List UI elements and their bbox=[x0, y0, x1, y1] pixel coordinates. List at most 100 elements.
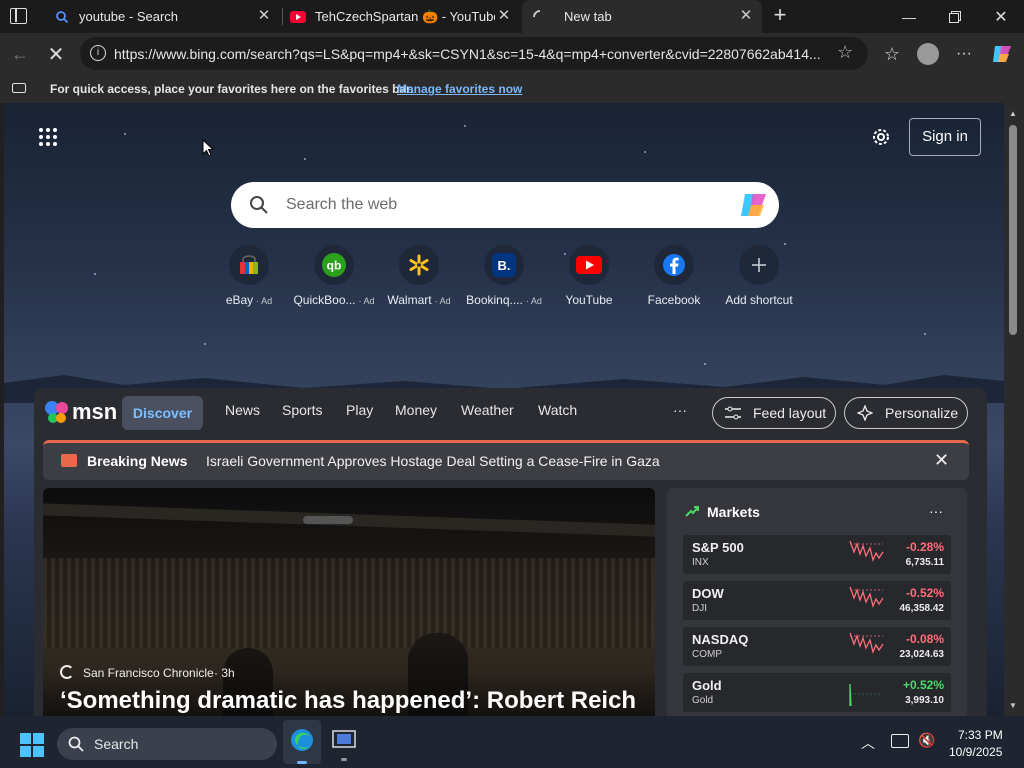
tab-actions-icon[interactable] bbox=[10, 8, 27, 24]
nav-money[interactable]: Money bbox=[395, 402, 437, 418]
shortcut-label: Add shortcut bbox=[725, 293, 793, 307]
shortcut-walmart[interactable]: Walmart · Ad bbox=[374, 245, 464, 307]
scrollbar-thumb[interactable] bbox=[1009, 125, 1017, 335]
market-symbol: DJI bbox=[692, 603, 707, 614]
market-symbol: INX bbox=[692, 557, 709, 568]
market-sparkline bbox=[849, 586, 884, 609]
tab-title: New tab bbox=[564, 9, 612, 24]
taskbar-search[interactable]: Search bbox=[57, 728, 277, 760]
nav-more-icon[interactable]: ··· bbox=[673, 402, 687, 418]
svg-text:qb: qb bbox=[327, 259, 342, 273]
shortcut-plus[interactable]: Add shortcut bbox=[714, 245, 804, 307]
nav-watch[interactable]: Watch bbox=[538, 402, 577, 418]
new-tab-page: Sign in Search the web eBay · Ad qb QuickBo… bbox=[4, 103, 1004, 716]
shortcut-ebay[interactable]: eBay · Ad bbox=[204, 245, 294, 307]
mouse-cursor bbox=[202, 139, 214, 157]
nav-news[interactable]: News bbox=[225, 402, 260, 418]
markets-title[interactable]: Markets bbox=[707, 504, 760, 520]
trend-up-icon bbox=[685, 506, 699, 517]
shortcut-label: YouTube bbox=[565, 293, 613, 307]
msn-logo[interactable]: msn bbox=[44, 398, 117, 426]
market-row[interactable]: Gold Gold +0.52% 3,993.10 bbox=[683, 673, 951, 712]
volume-muted-icon[interactable]: 🔇 bbox=[918, 732, 935, 749]
stop-loading-icon[interactable]: ✕ bbox=[40, 38, 72, 70]
breaking-news-headline[interactable]: Israeli Government Approves Hostage Deal… bbox=[206, 453, 660, 469]
address-toolbar: ← ✕ i https://www.bing.com/search?qs=LS&… bbox=[0, 33, 1024, 75]
network-icon[interactable] bbox=[891, 734, 909, 748]
breaking-news-banner[interactable]: Breaking News Israeli Government Approve… bbox=[43, 440, 969, 480]
nav-weather[interactable]: Weather bbox=[461, 402, 514, 418]
market-symbol: COMP bbox=[692, 649, 722, 660]
address-bar[interactable]: i https://www.bing.com/search?qs=LS&pq=m… bbox=[80, 37, 868, 70]
web-search-box[interactable]: Search the web bbox=[231, 182, 779, 228]
tab-youtube-search[interactable]: youtube - Search ✕ bbox=[44, 0, 280, 33]
shortcut-quickbooks[interactable]: qb QuickBoo... · Ad bbox=[289, 245, 379, 307]
tab-youtube-channel[interactable]: TehCzechSpartan 🎃 - YouTube ✕ bbox=[280, 0, 520, 33]
article-source: San Francisco Chronicle bbox=[83, 666, 214, 680]
market-change: -0.52% bbox=[905, 586, 944, 600]
close-window-icon[interactable]: ✕ bbox=[978, 0, 1024, 33]
site-info-icon[interactable]: i bbox=[90, 45, 106, 61]
manage-favorites-link[interactable]: Manage favorites now bbox=[397, 82, 522, 96]
restore-icon[interactable] bbox=[932, 0, 978, 33]
personalize-button[interactable]: Personalize bbox=[844, 397, 968, 429]
close-tab-icon[interactable]: ✕ bbox=[738, 8, 754, 24]
market-change: -0.28% bbox=[905, 540, 944, 554]
article-headline[interactable]: ‘Something dramatic has happened’: Rober… bbox=[60, 687, 636, 715]
page-scrollbar[interactable]: ▲ ▼ bbox=[1004, 103, 1024, 716]
ebay-icon bbox=[229, 245, 269, 285]
copilot-icon[interactable] bbox=[986, 38, 1018, 70]
shortcut-label: Facebook bbox=[647, 293, 701, 307]
clock-time[interactable]: 7:33 PM bbox=[958, 728, 1003, 742]
apps-grid-icon[interactable] bbox=[38, 127, 58, 147]
clock-date[interactable]: 10/9/2025 bbox=[949, 745, 1002, 759]
sign-in-button[interactable]: Sign in bbox=[909, 118, 981, 156]
show-hidden-icons[interactable]: ︿ bbox=[861, 733, 875, 753]
favorite-star-icon[interactable]: ☆ bbox=[837, 42, 853, 63]
page-settings-icon[interactable] bbox=[870, 126, 892, 148]
shortcut-booking[interactable]: B. Bookinq.... · Ad bbox=[459, 245, 549, 307]
market-row[interactable]: DOW DJI -0.52% 46,358.42 bbox=[683, 581, 951, 620]
settings-more-icon[interactable]: ··· bbox=[948, 38, 980, 70]
tab-title: TehCzechSpartan 🎃 - YouTube bbox=[315, 8, 495, 24]
profile-avatar[interactable] bbox=[912, 38, 944, 70]
ad-badge: · Ad bbox=[434, 296, 451, 306]
nav-discover[interactable]: Discover bbox=[122, 396, 203, 430]
tab-new-tab[interactable]: New tab ✕ bbox=[522, 0, 762, 33]
hero-article[interactable]: San Francisco Chronicle · 3h ‘Something … bbox=[43, 488, 655, 716]
markets-more-icon[interactable]: ··· bbox=[929, 503, 943, 519]
favorites-bar-message: For quick access, place your favorites h… bbox=[50, 82, 414, 96]
favorites-icon[interactable]: ☆ bbox=[876, 38, 908, 70]
shortcut-facebook[interactable]: Facebook bbox=[629, 245, 719, 307]
ad-badge: · Ad bbox=[256, 296, 273, 306]
feed-layout-button[interactable]: Feed layout bbox=[712, 397, 836, 429]
personalize-label: Personalize bbox=[885, 405, 959, 421]
address-url: https://www.bing.com/search?qs=LS&pq=mp4… bbox=[114, 46, 821, 62]
taskbar-search-label: Search bbox=[94, 736, 139, 752]
new-tab-icon[interactable]: + bbox=[768, 4, 792, 28]
edge-browser-icon[interactable] bbox=[283, 720, 321, 764]
start-windows-icon[interactable] bbox=[20, 733, 44, 757]
copilot-icon[interactable] bbox=[739, 191, 769, 219]
msn-butterfly-icon bbox=[45, 401, 68, 423]
market-sparkline bbox=[849, 632, 884, 655]
close-tab-icon[interactable]: ✕ bbox=[496, 8, 512, 24]
market-row[interactable]: S&P 500 INX -0.28% 6,735.11 bbox=[683, 535, 951, 574]
nav-sports[interactable]: Sports bbox=[282, 402, 322, 418]
market-row[interactable]: NASDAQ COMP -0.08% 23,024.63 bbox=[683, 627, 951, 666]
media-player-icon[interactable] bbox=[332, 728, 356, 761]
nav-play[interactable]: Play bbox=[346, 402, 373, 418]
youtube-icon bbox=[290, 9, 306, 25]
market-sparkline bbox=[849, 683, 883, 707]
close-tab-icon[interactable]: ✕ bbox=[256, 8, 272, 24]
back-icon[interactable]: ← bbox=[4, 38, 36, 70]
minimize-icon[interactable]: — bbox=[886, 0, 932, 33]
search-input[interactable]: Search the web bbox=[286, 196, 397, 214]
markets-card: Markets ··· S&P 500 INX -0.28% 6,735.11 DOW D… bbox=[667, 488, 967, 716]
bing-search-icon bbox=[54, 9, 70, 25]
shortcut-youtube[interactable]: YouTube bbox=[544, 245, 634, 307]
feed-layout-label: Feed layout bbox=[753, 405, 827, 421]
market-value: 23,024.63 bbox=[899, 649, 945, 660]
tab-strip: youtube - Search ✕ TehCzechSpartan 🎃 - Y… bbox=[0, 0, 1024, 33]
close-icon[interactable]: ✕ bbox=[934, 450, 949, 471]
